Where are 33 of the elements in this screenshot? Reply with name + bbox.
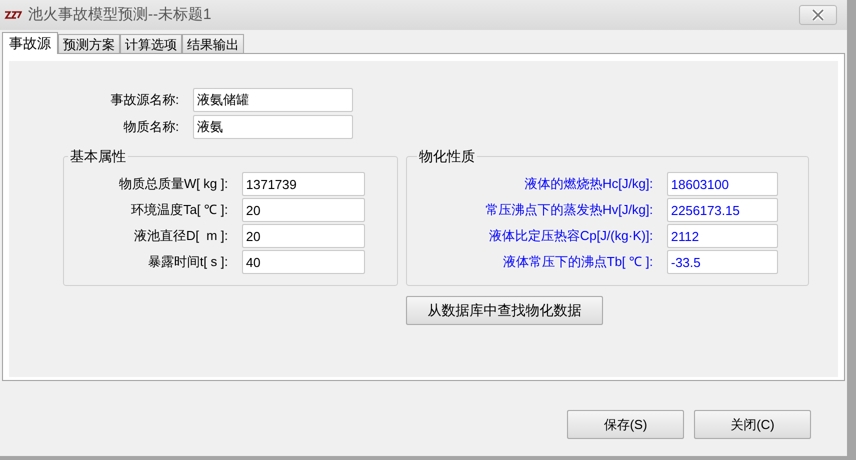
tab[interactable]: 预测方案 [58,34,120,53]
field-label: 液体常压下的沸点Tb[ ℃ ]: [502,253,653,272]
group-title: 物化性质 [418,147,476,166]
input-field[interactable]: -33.5 [667,250,778,274]
field-label: 液体比定压热容Cp[J/(kg·K)]: [488,227,653,246]
app-logo-icon [4,10,22,20]
tab[interactable]: 结果输出 [182,34,244,53]
field-label: 物质名称: [122,118,179,136]
field-label: 事故源名称: [109,91,179,110]
input-field[interactable]: 液氨 [193,115,353,139]
window-title: 池火事故模型预测--未标题1 [28,4,212,25]
field-label: 常压沸点下的蒸发热Hv[J/kg]: [484,201,653,220]
input-field[interactable]: 20 [242,198,365,222]
field-label: 液体的燃烧热Hc[J/kg]: [523,175,653,194]
input-field[interactable]: 1371739 [242,172,365,196]
tab[interactable]: 事故源 [2,32,58,54]
group-title: 基本属性 [69,147,127,166]
close-button[interactable] [799,5,837,25]
dialog-button[interactable]: 关闭(C) [694,410,811,439]
input-field[interactable]: 液氨储罐 [193,88,353,112]
lookup-button[interactable]: 从数据库中查找物化数据 [406,296,603,325]
close-icon [811,9,825,21]
field-label: 液池直径D[ m ]: [133,227,228,246]
tab[interactable]: 计算选项 [120,34,182,53]
input-field[interactable]: 20 [242,224,365,248]
input-field[interactable]: 40 [242,250,365,274]
field-label: 暴露时间t[ s ]: [146,253,228,272]
input-field[interactable]: 2256173.15 [667,198,778,222]
input-field[interactable]: 18603100 [667,172,778,196]
field-label: 物质总质量W[ kg ]: [118,175,228,194]
input-field[interactable]: 2112 [667,224,778,248]
field-label: 环境温度Ta[ ℃ ]: [130,201,228,220]
dialog-button[interactable]: 保存(S) [567,410,684,439]
